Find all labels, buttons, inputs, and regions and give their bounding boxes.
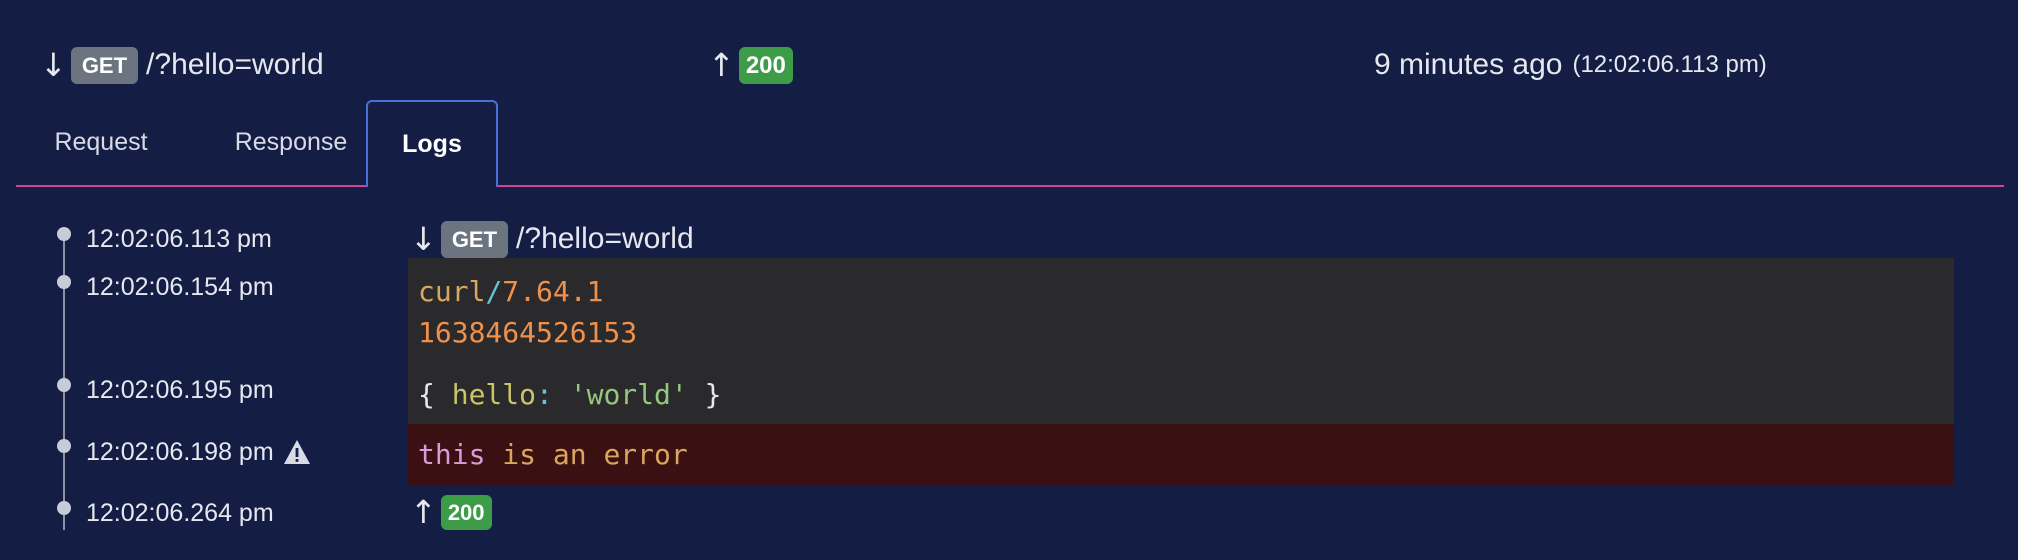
arrow-up-icon: ↑: [708, 46, 735, 84]
log-request-entry: ↓ GET /?hello=world: [410, 220, 694, 258]
arrow-down-icon: ↓: [410, 220, 437, 258]
log-token: :: [536, 378, 553, 411]
console-log-block: curl/7.64.1 1638464526153 { hello: 'worl…: [408, 258, 1954, 424]
method-badge: GET: [440, 220, 509, 258]
timeline-dot-icon: [57, 378, 71, 392]
timeline-dot-icon: [57, 501, 71, 515]
event-time: 12:02:06.264 pm: [86, 499, 274, 527]
timeline-dot-icon: [57, 227, 71, 241]
log-token: curl: [418, 275, 486, 308]
timeline-time: 12:02:06.154 pm: [86, 275, 274, 300]
timeline-time: 12:02:06.198 pm: [86, 438, 312, 466]
error-line: this is an error: [418, 441, 688, 469]
log-token: this: [418, 438, 486, 471]
event-time: 12:02:06.113 pm: [86, 225, 272, 253]
request-path: /?hello=world: [516, 222, 694, 255]
status-badge: 200: [738, 46, 793, 84]
arrow-up-icon: ↑: [410, 493, 437, 531]
log-token: is an error: [502, 438, 688, 471]
log-token: 'world': [569, 378, 688, 411]
timeline-time: 12:02:06.264 pm: [86, 501, 274, 526]
timeline-dot-icon: [57, 439, 71, 453]
event-time: 12:02:06.198 pm: [86, 437, 274, 466]
log-token: /: [485, 275, 503, 308]
timeline-time: 12:02:06.195 pm: [86, 378, 274, 403]
log-timeline: 12:02:06.113 pm 12:02:06.154 pm 12:02:06…: [0, 220, 2018, 550]
log-response-entry: ↑ 200: [410, 492, 492, 532]
log-line: 1638464526153: [418, 319, 637, 347]
event-time: 12:02:06.154 pm: [86, 273, 274, 301]
request-path: /?hello=world: [146, 48, 324, 81]
absolute-time: (12:02:06.113 pm): [1572, 51, 1767, 78]
request-summary: ↓ GET /?hello=world ↑ 200 9 minutes ago …: [40, 40, 2000, 90]
tab-logs[interactable]: Logs: [366, 100, 498, 187]
tab-bar: Request Response Logs: [16, 100, 2004, 187]
summary-request: ↓ GET /?hello=world: [40, 40, 324, 90]
log-line: { hello: 'world' }: [418, 381, 721, 409]
timeline-dot-icon: [57, 275, 71, 289]
log-token: 1638464526153: [418, 316, 638, 349]
tab-response[interactable]: Response: [206, 100, 376, 185]
console-error-block: this is an error: [408, 424, 1954, 486]
relative-time: 9 minutes ago: [1374, 48, 1563, 81]
arrow-down-icon: ↓: [40, 46, 67, 84]
warning-icon: [283, 440, 310, 464]
timeline-time: 12:02:06.113 pm: [86, 227, 272, 252]
method-badge: GET: [70, 46, 139, 84]
log-token: 7.64.1: [502, 275, 604, 308]
summary-response: ↑ 200: [708, 40, 793, 90]
log-token: }: [704, 378, 722, 411]
log-token: hello: [451, 378, 537, 411]
event-time: 12:02:06.195 pm: [86, 376, 274, 404]
tab-request[interactable]: Request: [34, 100, 168, 185]
log-line: curl/7.64.1: [418, 278, 603, 306]
summary-time: 9 minutes ago (12:02:06.113 pm): [1374, 40, 1767, 90]
status-badge: 200: [440, 494, 492, 530]
log-token: {: [418, 378, 435, 411]
